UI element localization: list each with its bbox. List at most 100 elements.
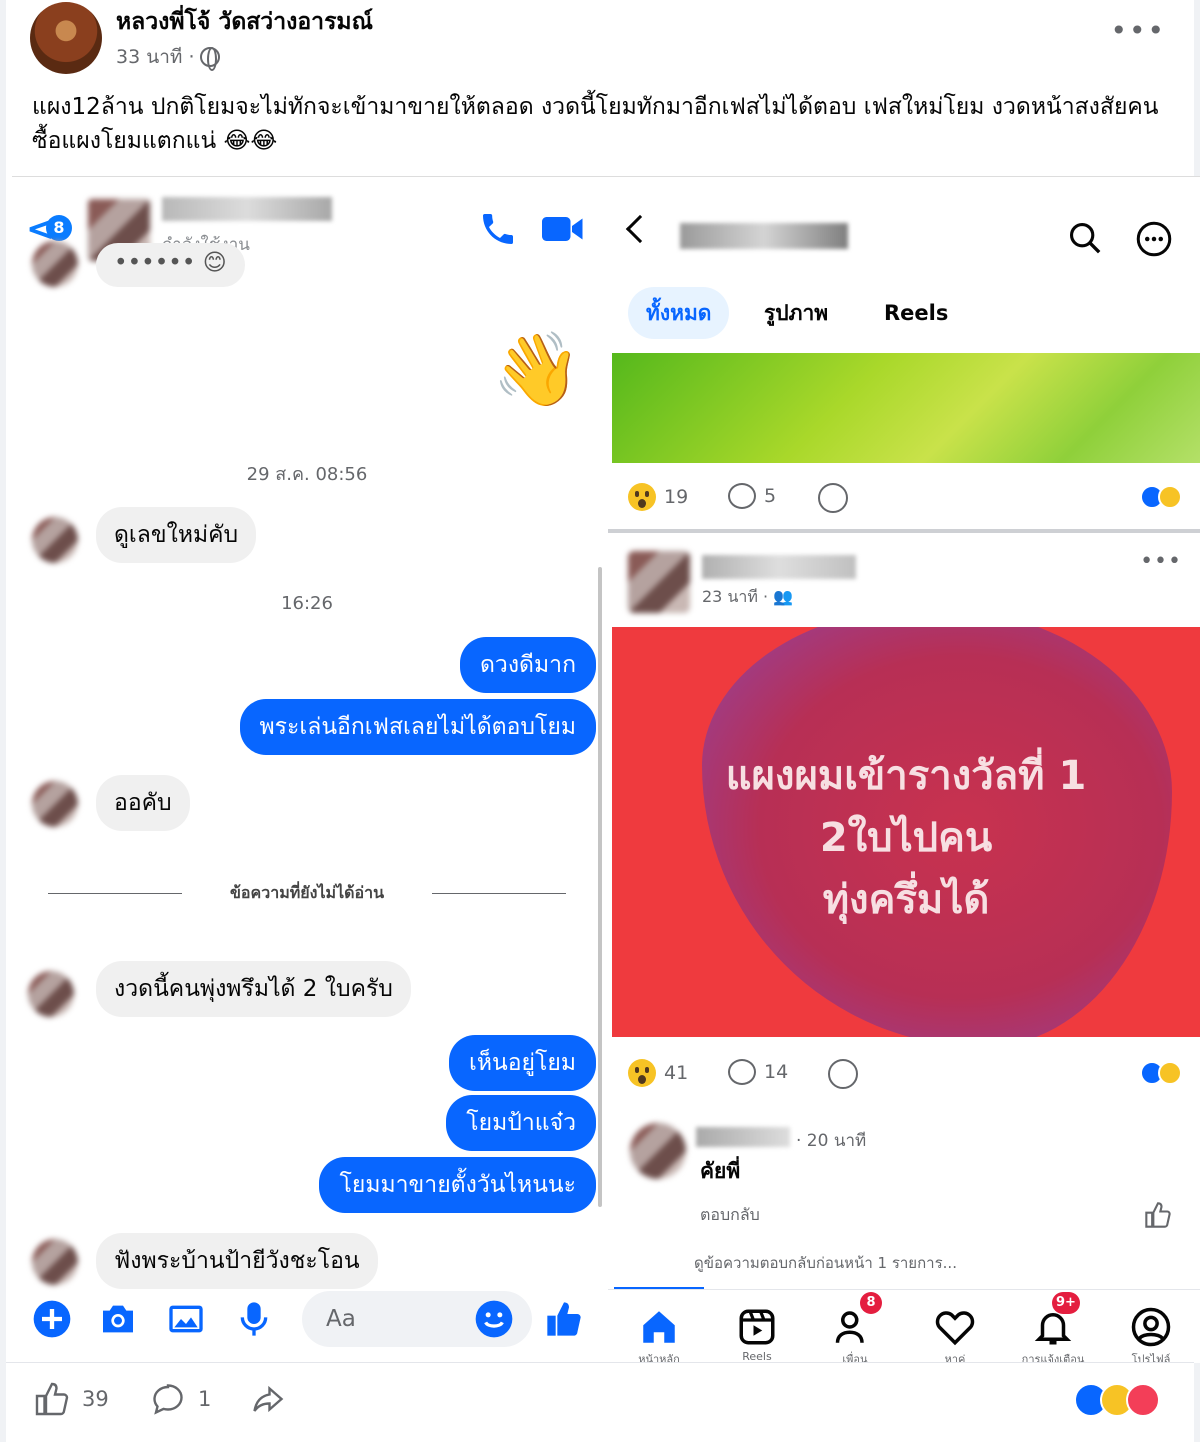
emoji-icon[interactable] — [474, 1299, 514, 1339]
post-time[interactable]: 33 นาที · — [116, 42, 194, 72]
profile-icon[interactable] — [1130, 1306, 1172, 1348]
reaction-count[interactable]: 41 — [628, 1059, 688, 1087]
phone-icon[interactable] — [478, 209, 518, 249]
comment-time: · 20 นาที — [796, 1131, 867, 1151]
commenter-name-redacted — [696, 1127, 790, 1147]
notifications-badge: 9+ — [1052, 1292, 1080, 1314]
post-author-avatar[interactable] — [628, 551, 690, 613]
wave-emoji: 👋 — [492, 327, 582, 411]
tab-reels[interactable]: Reels — [866, 287, 966, 339]
reaction-count-value: 41 — [664, 1062, 689, 1084]
camera-icon[interactable] — [98, 1299, 138, 1339]
reaction-summary[interactable] — [1140, 485, 1182, 509]
message-bubble-in[interactable]: งวดนี้คนพุ่งพรึมได้ 2 ใบครับ — [96, 961, 411, 1017]
back-arrow-icon[interactable] — [625, 214, 655, 244]
share-button[interactable] — [250, 1381, 286, 1417]
author-name[interactable]: หลวงพี่โจ้ วัดสว่างอารมณ์ — [116, 4, 373, 40]
wow-icon — [628, 483, 656, 511]
post-image[interactable]: < 8 กำลังใช้งาน •••••• 😊 👋 29 ส.ค. 08:56… — [12, 176, 1200, 1366]
divider — [432, 893, 566, 894]
message-avatar — [28, 971, 74, 1017]
like-button[interactable]: 39 — [34, 1381, 109, 1417]
reaction-count[interactable]: 19 — [628, 483, 688, 511]
gallery-icon[interactable] — [166, 1299, 206, 1339]
comment-count-value: 14 — [764, 1061, 789, 1083]
post-time: 23 นาที · 👥 — [702, 585, 793, 610]
more-dots-icon[interactable]: ••• — [1140, 549, 1182, 574]
message-avatar — [32, 781, 78, 827]
home-icon[interactable] — [638, 1306, 680, 1348]
profile-name-redacted — [680, 223, 848, 249]
microphone-icon[interactable] — [234, 1299, 274, 1339]
post-text: แผง12ล้าน ปกติโยมจะไม่ทักจะเข้ามาขายให้ต… — [32, 94, 1159, 154]
bottom-nav: หน้าหลัก Reels 8 เพื่อน หาคู่ 9+ การแจ้ง… — [608, 1289, 1200, 1366]
comment-count[interactable]: 5 — [728, 483, 776, 509]
message-bubble-out[interactable]: เห็นอยู่โยม — [448, 1035, 596, 1091]
reaction-summary[interactable] — [1074, 1383, 1160, 1417]
video-call-icon[interactable] — [540, 211, 586, 247]
comment-text: คัยพี่ — [700, 1159, 741, 1183]
image-caption-line: แผงผมเข้ารางวัลที่ 1 — [725, 753, 1087, 799]
timestamp: 29 ส.ค. 08:56 — [246, 464, 368, 485]
post-image-red[interactable]: แผงผมเข้ารางวัลที่ 1 2ใบไปคน ทุ่งครึ่มได… — [612, 627, 1200, 1037]
tab-all[interactable]: ทั้งหมด — [628, 287, 730, 339]
dating-heart-icon[interactable] — [934, 1306, 976, 1348]
friends-badge: 8 — [860, 1292, 882, 1314]
commenter-avatar[interactable] — [630, 1123, 686, 1179]
comment-icon — [728, 1059, 756, 1085]
message-avatar — [32, 517, 78, 563]
friends-icon: 👥 — [773, 587, 794, 606]
scrollbar[interactable] — [598, 567, 602, 1207]
message-avatar — [32, 1239, 78, 1285]
tab-photos[interactable]: รูปภาพ — [746, 287, 846, 339]
more-dots-icon[interactable]: ••• — [1110, 14, 1166, 47]
post-image-green[interactable] — [612, 353, 1200, 463]
like-icon — [35, 1382, 69, 1416]
view-previous-replies[interactable]: ดูข้อความตอบกลับก่อนหน้า 1 รายการ... — [694, 1251, 957, 1275]
wow-icon — [628, 1059, 656, 1087]
comment-icon — [153, 1384, 183, 1415]
reaction-summary[interactable] — [1140, 1061, 1182, 1085]
reaction-row: 41 14 — [608, 1049, 1200, 1097]
comment-count: 1 — [198, 1387, 212, 1411]
message-bubble-out[interactable]: พระเล่นอีกเฟสเลยไม่ได้ตอบโยม — [239, 699, 596, 755]
comment-count[interactable]: 14 — [728, 1059, 788, 1085]
messenger-screenshot: < 8 กำลังใช้งาน •••••• 😊 👋 29 ส.ค. 08:56… — [12, 177, 602, 1363]
reaction-row: 19 5 — [608, 473, 1200, 521]
comment-button[interactable]: 1 — [150, 1381, 211, 1417]
divider — [608, 529, 1200, 533]
post-author-redacted — [702, 555, 856, 579]
post-time-text: 23 นาที · — [702, 587, 769, 606]
love-icon — [1126, 1383, 1160, 1417]
comment-count-value: 5 — [764, 485, 777, 507]
reply-link[interactable]: ตอบกลับ — [700, 1203, 760, 1228]
search-icon[interactable] — [1068, 221, 1102, 255]
wow-icon — [1158, 485, 1182, 509]
message-bubble-in[interactable]: ดูเลขใหม่คับ — [96, 507, 257, 563]
message-bubble-in[interactable]: ฟังพระบ้านป้ายีวังชะโอน — [96, 1233, 378, 1289]
more-options-icon[interactable] — [1136, 221, 1172, 257]
message-bubble-out[interactable]: ดวงดีมาก — [459, 637, 596, 693]
message-bubble-in[interactable]: ออคับ — [96, 775, 190, 831]
chat-name-redacted — [162, 197, 332, 221]
unread-count-badge: 8 — [46, 215, 72, 241]
like-outline-icon[interactable] — [1144, 1201, 1172, 1229]
reels-icon[interactable] — [736, 1306, 778, 1348]
plus-circle-icon[interactable] — [32, 1299, 72, 1339]
image-caption: แผงผมเข้ารางวัลที่ 1 2ใบไปคน ทุ่งครึ่มได… — [612, 745, 1200, 931]
like-count: 39 — [82, 1387, 109, 1411]
share-icon — [253, 1385, 284, 1413]
globe-icon — [200, 47, 221, 71]
image-caption-line: 2ใบไปคน — [819, 815, 993, 861]
messenger-share-button[interactable] — [818, 483, 848, 513]
image-caption-line: ทุ่งครึ่มได้ — [822, 877, 990, 923]
message-avatar — [32, 241, 78, 287]
message-bubble-out[interactable]: โยมป้าแจ๋ว — [446, 1095, 596, 1151]
post-footer: 39 1 — [6, 1362, 1194, 1442]
message-bubble-out[interactable]: โยมมาขายตั้งวันไหนนะ — [319, 1157, 596, 1213]
reaction-count-value: 19 — [664, 486, 689, 508]
messenger-share-button[interactable] — [828, 1059, 858, 1089]
thumbs-up-icon[interactable] — [544, 1299, 584, 1339]
author-avatar[interactable] — [30, 2, 102, 74]
facebook-feed-screenshot: ทั้งหมด รูปภาพ Reels 19 5 23 นาที · 👥 ••… — [608, 177, 1200, 1366]
